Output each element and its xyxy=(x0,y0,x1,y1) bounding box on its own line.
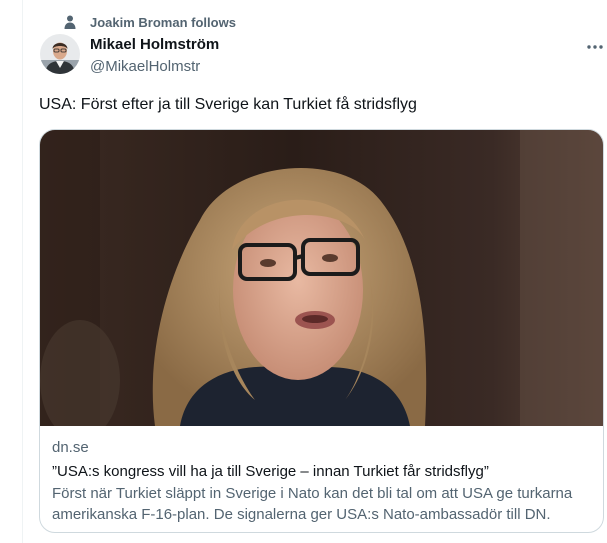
card-description: Först när Turkiet släppt in Sverige i Na… xyxy=(52,485,573,523)
card-title: ”USA:s kongress vill ha ja till Sverige … xyxy=(52,463,489,480)
author-info[interactable]: Mikael Holmström @MikaelHolmstr xyxy=(90,36,219,77)
more-icon xyxy=(586,37,604,55)
author-name[interactable]: Mikael Holmström xyxy=(90,36,219,54)
person-icon xyxy=(62,14,78,30)
social-context-text: Joakim Broman follows xyxy=(90,14,236,30)
tweet-text: USA: Först efter ja till Sverige kan Tur… xyxy=(39,96,417,113)
card-body: dn.se ”USA:s kongress vill ha ja till Sv… xyxy=(52,438,595,525)
author-avatar[interactable] xyxy=(40,34,80,74)
card-image[interactable] xyxy=(40,130,603,440)
card-domain: dn.se xyxy=(52,439,89,456)
social-context[interactable]: Joakim Broman follows xyxy=(62,13,236,31)
link-card[interactable]: dn.se ”USA:s kongress vill ha ja till Sv… xyxy=(39,129,604,533)
author-handle[interactable]: @MikaelHolmstr xyxy=(90,57,219,77)
more-options-button[interactable] xyxy=(584,38,606,54)
timeline-divider xyxy=(22,0,23,543)
